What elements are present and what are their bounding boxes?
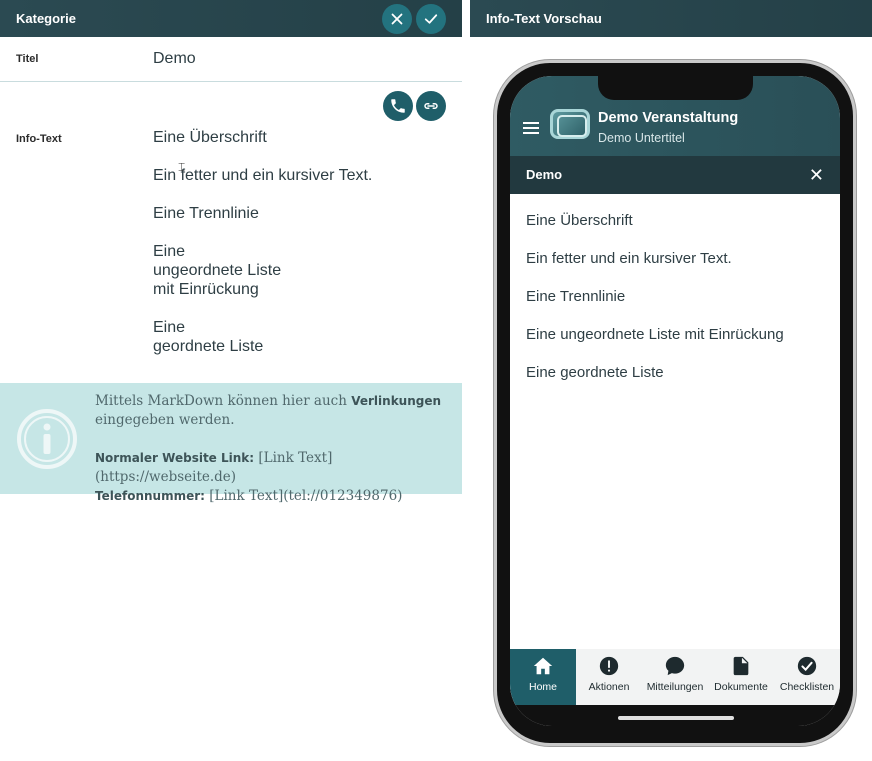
section-title: Demo	[526, 167, 563, 182]
alert-icon	[599, 656, 619, 676]
markdown-toolbar	[383, 91, 446, 121]
title-input[interactable]: Demo	[153, 50, 196, 68]
website-link-label: Normaler Website Link:	[95, 451, 255, 465]
hint-line1-end: eingegeben werden.	[95, 412, 235, 428]
markdown-hint-box: Mittels MarkDown können hier auch Verlin…	[0, 383, 462, 504]
preview-line: Eine Überschrift	[526, 212, 633, 229]
nav-checklisten[interactable]: Checklisten	[774, 649, 840, 705]
confirm-button[interactable]	[416, 4, 446, 34]
phone-mockup: Demo Veranstaltung Demo Untertitel Demo …	[494, 60, 856, 746]
infotext-line: Eine geordnete Liste	[153, 319, 264, 355]
home-icon	[533, 657, 553, 675]
preview-line: Eine geordnete Liste	[526, 364, 664, 381]
infotext-line: Eine Trennlinie	[153, 205, 259, 222]
infotext-editor[interactable]: Eine Überschrift Ein fetter und ein kurs…	[153, 128, 372, 375]
section-bar: Demo ✕	[510, 156, 840, 194]
preview-line: Ein fetter und ein kursiver Text.	[526, 250, 732, 267]
editor-header: Kategorie	[0, 0, 462, 37]
title-underline	[0, 81, 462, 82]
menu-icon[interactable]	[523, 122, 539, 137]
check-circle-icon	[797, 656, 817, 676]
nav-label: Dokumente	[714, 681, 768, 693]
editor-header-title: Kategorie	[16, 11, 76, 26]
bottom-navigation: Home Aktionen Mitteilungen Dokumente Che…	[510, 649, 840, 705]
chat-icon	[665, 656, 685, 676]
phone-screen: Demo Veranstaltung Demo Untertitel Demo …	[510, 76, 840, 726]
close-icon	[391, 13, 403, 25]
nav-label: Home	[528, 681, 557, 693]
document-icon	[733, 656, 749, 676]
home-indicator	[618, 716, 734, 720]
hint-line1: Mittels MarkDown können hier auch	[95, 393, 352, 409]
insert-phone-button[interactable]	[383, 91, 413, 121]
nav-mitteilungen[interactable]: Mitteilungen	[642, 649, 708, 705]
infotext-line: Eine ungeordnete Liste mit Einrückung	[153, 243, 282, 298]
text-cursor-icon: ⌶	[178, 160, 186, 174]
nav-label: Checklisten	[779, 681, 835, 693]
preview-panel: Info-Text Vorschau Demo Veranstaltung De…	[470, 0, 872, 761]
header-actions	[382, 4, 446, 34]
preview-line: Eine ungeordnete Liste mit Einrückung	[526, 326, 784, 343]
nav-label: Mitteilungen	[646, 681, 704, 693]
info-icon	[17, 409, 77, 469]
hint-text: Mittels MarkDown können hier auch Verlin…	[95, 392, 445, 506]
preview-header-title: Info-Text Vorschau	[486, 11, 602, 26]
infotext-label: Info-Text	[16, 133, 62, 145]
infotext-line: Eine Überschrift	[153, 129, 267, 146]
nav-label: Aktionen	[588, 681, 630, 693]
hint-line1-bold: Verlinkungen	[351, 394, 442, 408]
nav-dokumente[interactable]: Dokumente	[708, 649, 774, 705]
app-subtitle: Demo Untertitel	[598, 131, 685, 145]
close-icon[interactable]: ✕	[809, 156, 824, 194]
phone-notch	[598, 76, 753, 100]
app-title: Demo Veranstaltung	[598, 110, 739, 126]
insert-link-button[interactable]	[416, 91, 446, 121]
infotext-line: Ein fetter und ein kursiver Text.	[153, 167, 373, 184]
preview-content: Eine Überschrift Ein fetter und ein kurs…	[526, 212, 784, 402]
nav-aktionen[interactable]: Aktionen	[576, 649, 642, 705]
phone-link-example: [Link Text](tel://012349876)	[204, 488, 403, 504]
editor-panel: Kategorie Titel Demo Info-Text Eine Über…	[0, 0, 462, 761]
preview-header: Info-Text Vorschau	[470, 0, 872, 37]
title-label: Titel	[16, 53, 39, 65]
phone-icon	[391, 99, 405, 113]
link-icon	[424, 103, 438, 109]
cancel-button[interactable]	[382, 4, 412, 34]
app-logo	[550, 109, 590, 139]
nav-home[interactable]: Home	[510, 649, 576, 705]
check-icon	[424, 14, 438, 24]
preview-line: Eine Trennlinie	[526, 288, 626, 305]
phone-link-label: Telefonnummer:	[95, 489, 205, 503]
